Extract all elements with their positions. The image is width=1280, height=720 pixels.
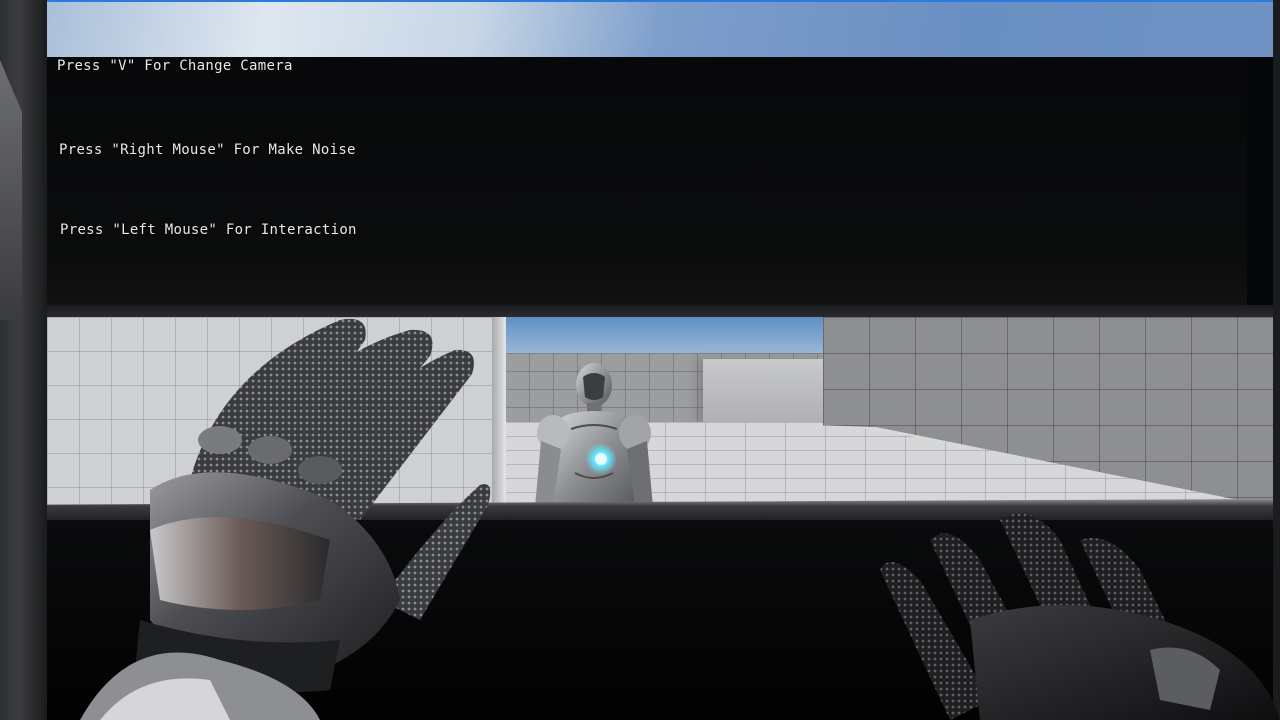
- scene-sky: [505, 317, 823, 355]
- hud-hint-interaction: Press "Left Mouse" For Interaction: [60, 222, 357, 238]
- game-viewport[interactable]: Press "V" For Change Camera Press "Right…: [0, 0, 1280, 720]
- right-gloved-hand: [880, 513, 1280, 720]
- hud-hint-change-camera: Press "V" For Change Camera: [57, 58, 293, 74]
- dark-wall: [47, 57, 1247, 312]
- back-block: [703, 359, 823, 425]
- robot-npc[interactable]: [535, 363, 653, 507]
- hud-hint-make-noise: Press "Right Mouse" For Make Noise: [59, 142, 356, 158]
- left-gloved-hand: [80, 318, 491, 720]
- sky-strip: [47, 2, 1273, 57]
